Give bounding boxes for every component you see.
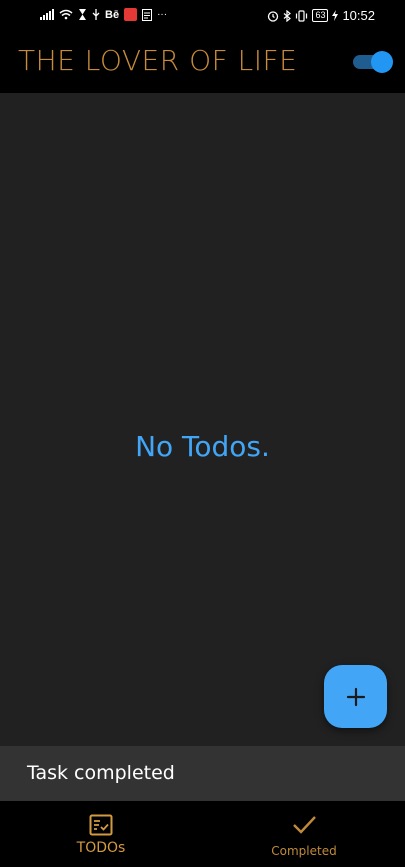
wifi-icon xyxy=(59,9,73,20)
nav-item-todos[interactable]: TODOs xyxy=(0,801,202,867)
status-right: 63 10:52 xyxy=(267,8,375,23)
usb-icon xyxy=(92,9,100,20)
signal-icon xyxy=(40,9,54,20)
checklist-icon xyxy=(89,814,113,836)
empty-state-message: No Todos. xyxy=(135,430,270,463)
snackbar-message: Task completed xyxy=(27,762,175,784)
mail-notification-icon xyxy=(124,8,138,21)
add-todo-button[interactable] xyxy=(324,665,387,728)
todo-list-area: No Todos. xyxy=(0,93,405,746)
app-title: THE LOVER OF LIFE xyxy=(18,44,298,77)
more-notifications-icon: ··· xyxy=(157,9,168,20)
document-icon xyxy=(142,8,153,21)
theme-toggle[interactable] xyxy=(353,51,393,73)
app-bar: THE LOVER OF LIFE xyxy=(0,32,405,93)
plus-icon xyxy=(346,687,365,706)
nav-label-completed: Completed xyxy=(271,844,337,858)
app-screen: Bē ··· 63 10:52 THE LOVER OF LIFE No Tod… xyxy=(0,0,405,867)
nav-label-todos: TODOs xyxy=(76,840,126,856)
nav-item-completed[interactable]: Completed xyxy=(203,801,405,867)
alarm-icon xyxy=(268,10,279,22)
status-bar: Bē ··· 63 10:52 xyxy=(0,0,405,32)
notification-text-icon: Bē xyxy=(105,8,120,21)
toggle-knob xyxy=(371,51,393,73)
status-left: Bē ··· xyxy=(40,8,167,21)
snackbar: Task completed xyxy=(0,746,405,801)
battery-icon: 63 xyxy=(312,9,329,22)
check-icon xyxy=(293,816,316,834)
vibrate-icon xyxy=(296,9,308,22)
charging-icon xyxy=(332,10,339,21)
hourglass-icon xyxy=(79,9,86,20)
status-time: 10:52 xyxy=(342,8,375,23)
bluetooth-icon xyxy=(284,9,292,22)
bottom-navigation: TODOs Completed xyxy=(0,801,405,867)
